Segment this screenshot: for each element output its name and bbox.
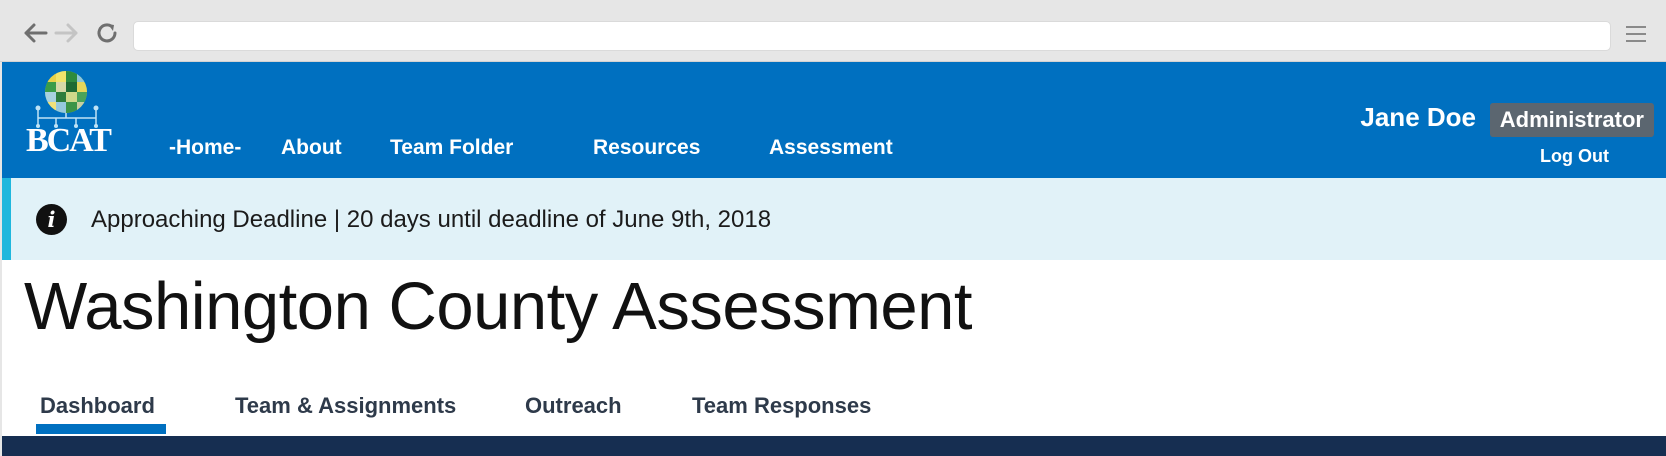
forward-button[interactable] (52, 18, 82, 48)
alert-text: Approaching Deadline | 20 days until dea… (91, 206, 772, 233)
browser-toolbar (0, 0, 1666, 62)
address-bar[interactable] (133, 21, 1611, 51)
nav-team-folder[interactable]: Team Folder (390, 136, 513, 160)
logout-link[interactable]: Log Out (1540, 146, 1609, 167)
arrow-right-icon (54, 23, 78, 43)
nav-home[interactable]: -Home- (169, 136, 241, 160)
logo-text: BCAT (26, 122, 112, 159)
nav-resources[interactable]: Resources (593, 136, 700, 160)
hamburger-menu-icon[interactable] (1626, 24, 1646, 44)
back-button[interactable] (20, 18, 50, 48)
active-tab-indicator (36, 424, 166, 434)
page-title: Washington County Assessment (24, 269, 973, 344)
info-icon: i (36, 204, 67, 235)
role-badge: Administrator (1489, 103, 1654, 137)
nav-about[interactable]: About (281, 136, 342, 160)
deadline-alert: i Approaching Deadline | 20 days until d… (2, 178, 1666, 260)
reload-button[interactable] (92, 18, 122, 48)
user-name: Jane Doe (1360, 102, 1476, 132)
tab-bar: Dashboard Team & Assignments Outreach Te… (2, 385, 1666, 435)
site-header: BCAT -Home- About Team Folder Resources … (2, 62, 1666, 178)
globe-network-icon (35, 71, 99, 128)
bcat-logo[interactable]: BCAT (24, 68, 120, 160)
arrow-left-icon (24, 23, 48, 43)
tab-team-assignments[interactable]: Team & Assignments (235, 393, 456, 419)
address-input[interactable] (134, 22, 1610, 50)
tab-dashboard[interactable]: Dashboard (40, 393, 155, 419)
content-band (2, 436, 1666, 456)
tab-outreach[interactable]: Outreach (525, 393, 622, 419)
tab-team-responses[interactable]: Team Responses (692, 393, 871, 419)
nav-assessment[interactable]: Assessment (769, 136, 893, 160)
reload-icon (97, 23, 117, 43)
